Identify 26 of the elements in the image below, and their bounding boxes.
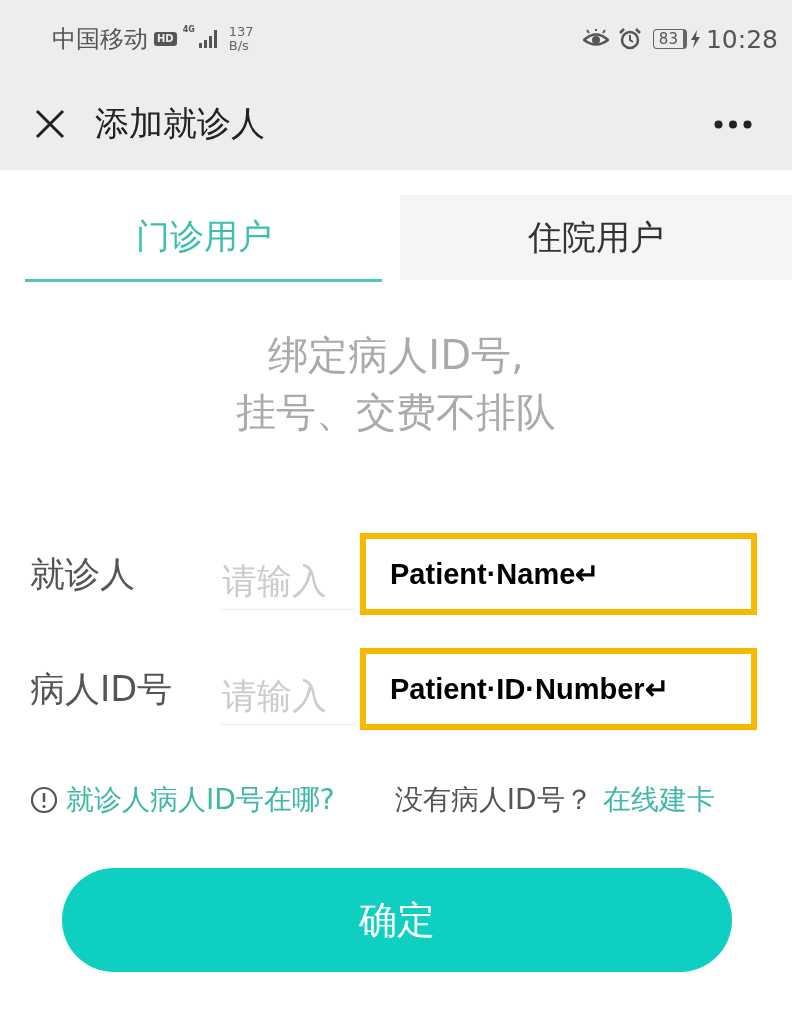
close-icon[interactable] — [35, 109, 65, 139]
signal-icon — [198, 30, 219, 48]
network-speed-unit: B/s — [228, 39, 250, 53]
confirm-button[interactable]: 确定 — [62, 868, 732, 972]
tab[interactable]: 住院用户 — [400, 195, 792, 280]
create-card-link[interactable]: 在线建卡 — [602, 781, 715, 819]
hd-badge: HD — [154, 32, 177, 46]
help-link[interactable]: 就诊人病人ID号在哪? — [66, 781, 335, 819]
field-label: 病人ID号 — [29, 667, 174, 711]
clock-time: 10:28 — [705, 24, 778, 54]
no-id-text: 没有病人ID号？ — [394, 782, 593, 818]
info-icon — [30, 786, 58, 814]
carrier-name: 中国移动 — [52, 24, 148, 55]
field-label: 就诊人 — [29, 552, 136, 596]
page-title: 添加就诊人 — [95, 102, 265, 145]
more-icon[interactable] — [714, 119, 752, 129]
alarm-clock-icon — [618, 28, 641, 50]
charging-bolt-icon — [689, 30, 701, 48]
network-speed: 137 — [228, 25, 254, 39]
eye-icon — [582, 29, 609, 49]
annotation-callout: Patient·Name↵ — [360, 533, 757, 615]
network-type: 4G — [182, 26, 195, 34]
intro-text: 挂号、交费不排队 — [235, 388, 557, 437]
intro-text: 绑定病人ID号, — [267, 331, 525, 380]
battery-indicator: 83 — [652, 29, 687, 49]
annotation-callout: Patient·ID·Number↵ — [360, 648, 757, 730]
